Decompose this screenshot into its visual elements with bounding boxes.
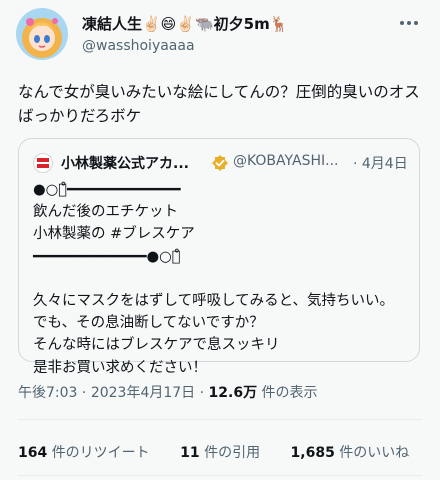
- quoted-tweet-header: 小林製薬公式アカ... @KOBAYASHI... · 4月4日: [33, 153, 409, 173]
- views-count: 12.6万: [208, 385, 258, 401]
- quotes-count: 11: [180, 445, 200, 461]
- author-handle[interactable]: @wasshoiyaaaa: [82, 38, 195, 54]
- tweet-text: なんで女が臭いみたいな絵にしてんの？圧倒的臭いのオスばっかりだろボケ: [18, 83, 420, 125]
- quotes-label: 件の引用: [204, 445, 261, 461]
- retweets-stat[interactable]: 164 件のリツイート: [18, 442, 150, 462]
- tweet-date[interactable]: 2023年4月17日: [91, 385, 195, 401]
- tweet-stats: 164 件のリツイート 11 件の引用 1,685 件のいいね: [18, 442, 435, 462]
- quoted-date: · 4月4日: [353, 156, 408, 172]
- more-icon[interactable]: [398, 14, 420, 32]
- likes-stat[interactable]: 1,685 件のいいね: [291, 442, 410, 462]
- author-display-name[interactable]: 凍結人生✌🏻😄✌🏻🐃初夕5m🦌: [82, 13, 288, 34]
- retweets-count: 164: [18, 445, 48, 461]
- tweet-time[interactable]: 午後7:03: [18, 385, 77, 401]
- verified-badge-icon: [211, 154, 229, 172]
- avatar[interactable]: [16, 8, 68, 60]
- likes-label: 件のいいね: [339, 445, 410, 461]
- quoted-tweet-body: ●○。̊━━━━━━━━━━━━━ 飲んだ後のエチケット 小林製薬の #ブレスケ…: [33, 182, 395, 376]
- views-label: 件の表示: [261, 385, 318, 401]
- quotes-stat[interactable]: 11 件の引用: [180, 442, 260, 462]
- quoted-author-handle: @KOBAYASHI...: [233, 153, 339, 169]
- quoted-author-name: 小林製薬公式アカ...: [61, 156, 189, 172]
- anime-girl-avatar-icon: [16, 8, 68, 60]
- retweets-label: 件のリツイート: [51, 445, 150, 461]
- tweet-meta: 午後7:03 · 2023年4月17日 · 12.6万 件の表示: [18, 385, 318, 401]
- divider: [18, 419, 422, 420]
- divider: [18, 475, 422, 476]
- likes-count: 1,685: [290, 445, 335, 461]
- quoted-avatar: [33, 153, 53, 173]
- quoted-tweet-card[interactable]: 小林製薬公式アカ... @KOBAYASHI... · 4月4日 ●○。̊━━━…: [18, 138, 420, 376]
- kobayashi-logo-icon: [37, 158, 49, 168]
